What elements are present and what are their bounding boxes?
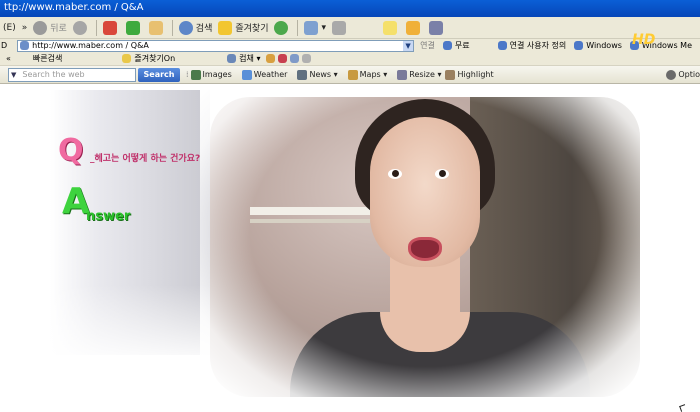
page-icon — [20, 41, 30, 50]
note-icon — [383, 20, 398, 35]
favorites-on-button[interactable]: 즐겨찾기On — [122, 53, 175, 64]
main-toolbar: (E) » 뒤로 검색 즐겨찾기 ▾ — [0, 17, 700, 39]
window-title-bar: ttp://www.maber.com / Q&A — [0, 0, 700, 17]
links-bar: 연결 무료 연결 사용자 정의 Windows Windows Me — [420, 40, 700, 51]
person-eye-right — [435, 169, 449, 179]
tools-menu[interactable]: 컴채 ▾ — [227, 53, 260, 64]
back-arrow-icon — [33, 20, 48, 35]
news-button[interactable]: News ▾ — [297, 69, 338, 80]
hd-logo: HD — [632, 32, 656, 48]
question-text: _헤고는 어떻게 하는 건가요? — [90, 154, 201, 164]
web-search-input[interactable]: ▼ Search the web — [8, 67, 136, 82]
quick-search-button[interactable]: 빠른검색 — [33, 53, 62, 64]
answer-text: nswer — [86, 209, 131, 224]
background-shelf — [250, 207, 370, 215]
favorites-button[interactable]: 즐겨찾기 — [215, 18, 271, 38]
edit-button[interactable] — [380, 18, 403, 38]
history-button[interactable] — [271, 18, 294, 38]
maps-icon — [347, 69, 358, 80]
brush-icon[interactable] — [266, 54, 276, 63]
link-customize[interactable]: 연결 사용자 정의 — [497, 40, 566, 51]
stop-icon — [102, 20, 117, 35]
search-dropdown-icon[interactable]: ▼ — [11, 71, 16, 79]
printer-icon[interactable] — [302, 54, 312, 63]
window-title: ttp://www.maber.com / Q&A — [4, 2, 144, 13]
person-eye-left — [388, 169, 402, 179]
home-button[interactable] — [146, 18, 169, 38]
options-button[interactable]: Optio — [666, 69, 700, 80]
mail-button[interactable]: ▾ — [301, 18, 329, 38]
address-dropdown-icon[interactable]: ▼ — [403, 40, 414, 51]
go-label: 연결 — [420, 41, 435, 50]
toolbar-separator — [171, 19, 173, 36]
address-input[interactable]: http://www.maber.com / Q&A ▼ — [17, 39, 415, 52]
toolbar-grip-icon: ⁞ — [186, 70, 189, 79]
mail-icon — [304, 20, 319, 35]
home-icon — [148, 20, 163, 35]
images-button[interactable]: Images — [190, 69, 232, 80]
highlight-button[interactable]: Highlight — [445, 69, 494, 80]
resize-icon — [397, 69, 408, 80]
link-free[interactable]: 무료 — [442, 40, 470, 51]
highlight-icon — [445, 69, 456, 80]
stamp-icon[interactable] — [278, 54, 288, 63]
address-label: D — [1, 41, 8, 50]
messenger-button[interactable] — [403, 18, 426, 38]
star-icon — [218, 20, 233, 35]
panel-fade — [50, 285, 210, 365]
quick-toolbar: « 빠른검색 즐겨찾기On 컴채 ▾ — [0, 52, 700, 66]
toolbar-separator — [95, 19, 97, 36]
star-icon — [122, 54, 132, 63]
images-icon — [190, 69, 201, 80]
print-button[interactable] — [329, 18, 352, 38]
news-icon — [297, 69, 308, 80]
refresh-icon — [125, 20, 140, 35]
toolbar-separator — [297, 19, 299, 36]
search-icon — [178, 20, 193, 35]
stop-button[interactable] — [100, 18, 123, 38]
refresh-button[interactable] — [123, 18, 146, 38]
menu-fragment[interactable]: (E) — [0, 18, 19, 38]
link-icon — [497, 41, 507, 50]
link-windows[interactable]: Windows — [574, 41, 622, 50]
options-icon — [666, 69, 677, 80]
maps-button[interactable]: Maps ▾ — [347, 69, 387, 80]
weather-icon — [241, 69, 252, 80]
person-mouth — [408, 237, 442, 261]
background-shelf-edge — [250, 219, 370, 223]
mail-icon[interactable] — [290, 54, 300, 63]
tools-icon — [227, 54, 237, 63]
messenger-icon — [406, 20, 421, 35]
search-toolbar: ▼ Search the web Search ⁞ Images Weather… — [0, 66, 700, 84]
resize-button[interactable]: Resize ▾ — [397, 69, 441, 80]
research-button[interactable] — [426, 18, 449, 38]
video-frame-image — [210, 97, 640, 397]
forward-arrow-icon — [72, 20, 87, 35]
search-button[interactable]: 검색 — [176, 18, 216, 38]
toolbar-chevron[interactable]: » — [19, 18, 31, 38]
back-button[interactable]: 뒤로 — [30, 18, 70, 38]
research-icon — [429, 20, 444, 35]
link-icon — [574, 41, 584, 50]
history-icon — [274, 20, 289, 35]
link-icon — [442, 41, 452, 50]
quick-toolbar-chevron[interactable]: « — [6, 54, 11, 63]
weather-button[interactable]: Weather — [241, 69, 287, 80]
question-letter: Q — [58, 133, 84, 168]
print-icon — [332, 20, 347, 35]
page-content: Q _헤고는 어떻게 하는 건가요? A nswer — [0, 85, 700, 409]
web-search-button[interactable]: Search — [138, 67, 180, 82]
address-bar: D http://www.maber.com / Q&A ▼ 연결 무료 연결 … — [0, 39, 700, 52]
forward-button[interactable] — [70, 18, 93, 38]
